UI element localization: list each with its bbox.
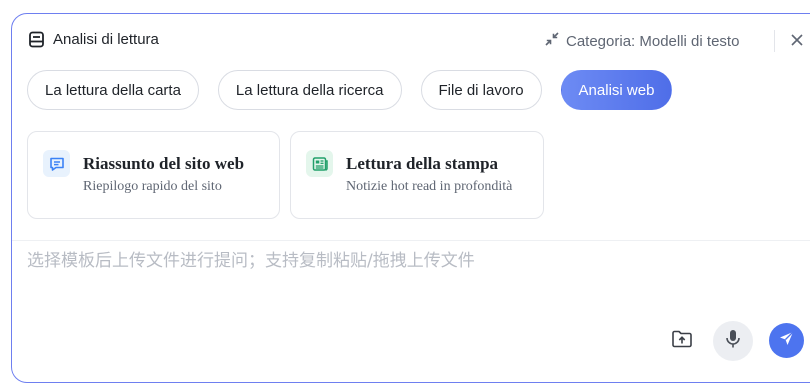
send-button[interactable] bbox=[769, 323, 804, 358]
folder-upload-icon bbox=[671, 329, 693, 354]
microphone-icon bbox=[724, 329, 742, 354]
tab-work-files[interactable]: File di lavoro bbox=[420, 70, 542, 110]
send-icon bbox=[778, 330, 795, 352]
card-subtitle: Riepilogo rapido del sito bbox=[83, 179, 222, 194]
question-input[interactable] bbox=[27, 251, 787, 271]
close-icon bbox=[788, 34, 806, 53]
close-button[interactable] bbox=[788, 31, 806, 49]
document-lines-icon bbox=[28, 31, 45, 48]
category-label: Categoria: Modelli di testo bbox=[566, 32, 740, 50]
template-tabs: La lettura della carta La lettura della … bbox=[27, 70, 673, 110]
panel-header: Analisi di lettura bbox=[28, 31, 159, 48]
tab-web-analysis[interactable]: Analisi web bbox=[560, 70, 673, 110]
panel-title: Analisi di lettura bbox=[53, 31, 159, 48]
voice-input-button[interactable] bbox=[713, 321, 753, 361]
collapse-arrows-icon bbox=[544, 31, 560, 51]
card-subtitle: Notizie hot read in profondità bbox=[346, 179, 513, 194]
chat-bubble-icon bbox=[43, 150, 70, 177]
category-selector[interactable]: Categoria: Modelli di testo bbox=[544, 31, 739, 51]
header-divider bbox=[774, 30, 775, 52]
tab-research-reading[interactable]: La lettura della ricerca bbox=[217, 70, 402, 110]
newspaper-icon bbox=[306, 150, 333, 177]
tab-paper-reading[interactable]: La lettura della carta bbox=[27, 70, 199, 110]
upload-button[interactable] bbox=[670, 329, 694, 353]
template-card-website-summary[interactable]: Riassunto del sito web Riepilogo rapido … bbox=[27, 131, 280, 219]
card-title: Lettura della stampa bbox=[346, 154, 499, 173]
card-title: Riassunto del sito web bbox=[83, 154, 245, 173]
template-cards: Riassunto del sito web Riepilogo rapido … bbox=[27, 131, 544, 219]
template-card-press-reading[interactable]: Lettura della stampa Notizie hot read in… bbox=[290, 131, 544, 219]
input-divider bbox=[12, 240, 810, 241]
